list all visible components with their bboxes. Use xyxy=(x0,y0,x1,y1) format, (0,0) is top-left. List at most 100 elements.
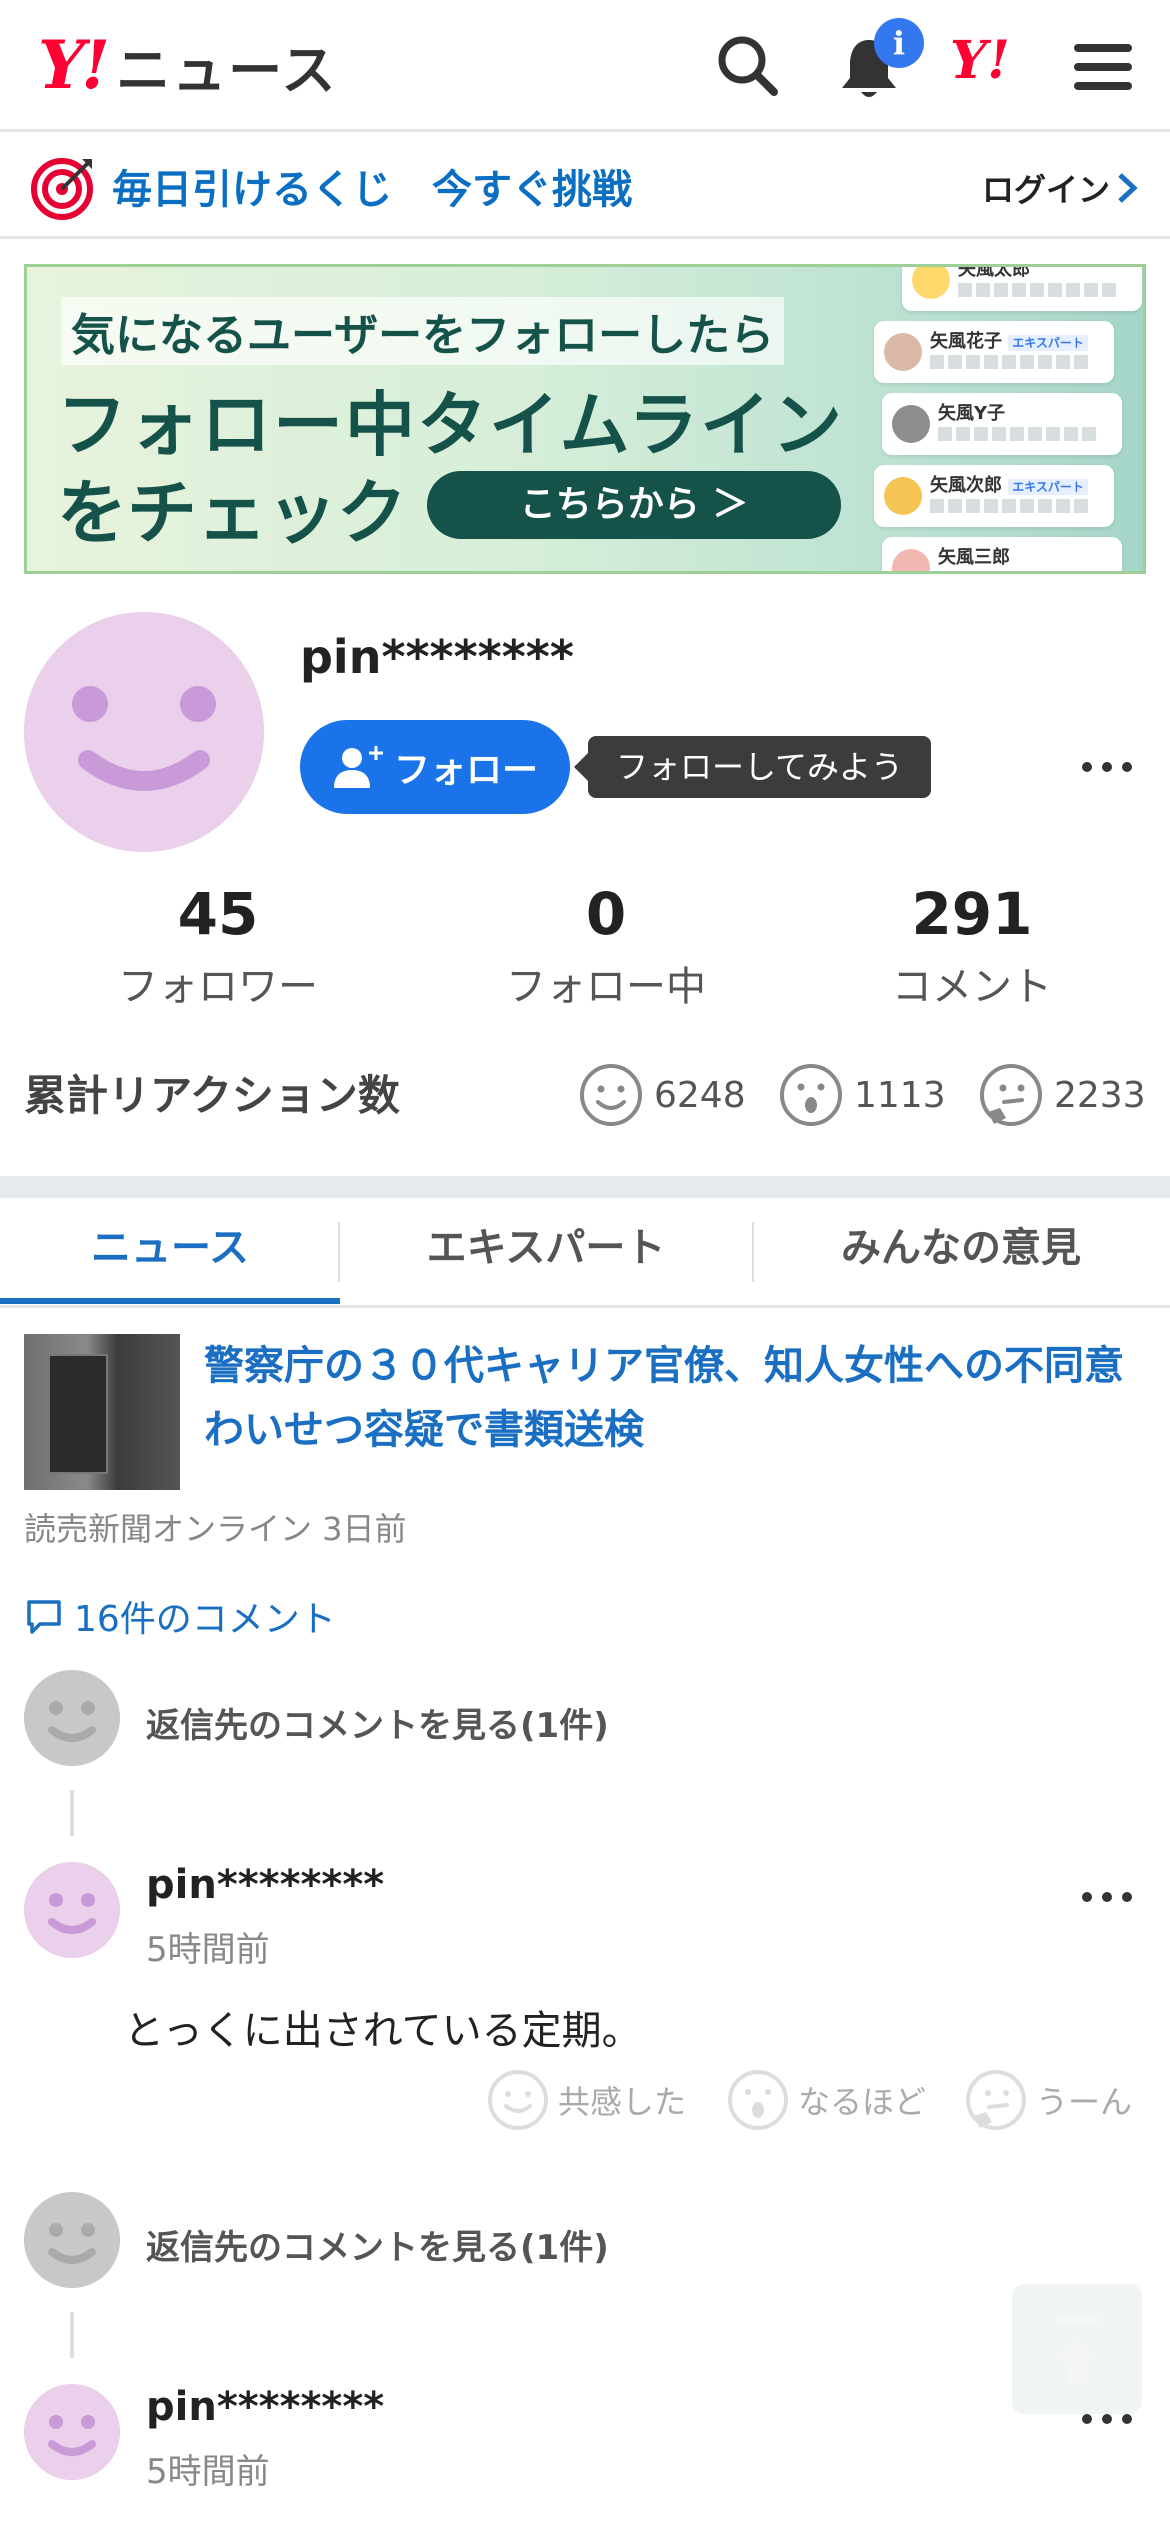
user-avatar xyxy=(892,405,930,443)
active-tab-indicator xyxy=(0,1298,340,1304)
view-reply-target-link[interactable]: 返信先のコメントを見る(1件) xyxy=(146,2220,609,2269)
banner-user-card: 矢風次郎 エキスパート xyxy=(874,465,1114,527)
thinking-icon xyxy=(980,1064,1042,1126)
stat-following[interactable]: 0 フォロー中 xyxy=(456,880,756,1012)
banner-line-1: 気になるユーザーをフォローしたら xyxy=(61,297,785,365)
banner-line-2: フォロー中タイムライン xyxy=(57,384,845,466)
app-header: Y! ニュース i Y! xyxy=(0,0,1170,132)
user-avatar xyxy=(884,477,922,515)
comment-more-icon[interactable] xyxy=(1082,1892,1132,1902)
comment-time: 5時間前 xyxy=(146,1930,270,1970)
card-name: 矢風太郎 xyxy=(958,264,1030,280)
card-name: 矢風三郎 xyxy=(938,547,1010,568)
tab-separator xyxy=(752,1222,754,1282)
thinking-icon xyxy=(966,2070,1026,2130)
follow-tooltip: フォローしてみよう xyxy=(573,736,932,798)
smile-icon xyxy=(488,2070,548,2130)
reply-target-avatar xyxy=(24,1670,120,1766)
card-text-placeholder xyxy=(938,427,1098,441)
comment-count-link[interactable]: 16件のコメント xyxy=(24,1590,336,1642)
card-name-text: 矢風次郎 xyxy=(930,475,1002,496)
follow-button[interactable]: フォロー xyxy=(300,720,570,814)
stat-number: 45 xyxy=(177,880,259,948)
reply-target-avatar xyxy=(24,2192,120,2288)
comment-avatar xyxy=(24,2384,120,2480)
reaction-count: 6248 xyxy=(654,1074,746,1116)
reaction-hmm-button[interactable]: うーん xyxy=(964,2068,1132,2132)
surprised-icon xyxy=(780,1064,842,1126)
card-name: 矢風次郎 エキスパート xyxy=(930,471,1088,497)
comment-more-icon[interactable] xyxy=(1082,2414,1132,2424)
reactions-title: 累計リアクション数 xyxy=(24,1071,400,1120)
stat-label: フォロー中 xyxy=(506,964,706,1010)
add-user-icon xyxy=(333,746,383,788)
login-link[interactable]: ログイン xyxy=(982,165,1140,211)
tab-separator xyxy=(338,1222,340,1282)
stat-number: 0 xyxy=(585,880,627,948)
user-avatar xyxy=(892,549,930,571)
search-icon[interactable] xyxy=(712,30,786,104)
notification-badge: i xyxy=(874,18,924,68)
lottery-bar: 毎日引けるくじ 今すぐ挑戦 ログイン xyxy=(0,135,1170,239)
tab-everyone-opinion[interactable]: みんなの意見 xyxy=(752,1198,1170,1308)
card-name: 矢風花子 エキスパート xyxy=(930,327,1088,353)
expert-tag: エキスパート xyxy=(1008,479,1088,495)
comment-time: 5時間前 xyxy=(146,2452,270,2492)
card-name: 矢風Y子 xyxy=(938,403,1006,424)
yahoo-japan-icon[interactable]: Y! xyxy=(950,30,1010,91)
article-thumbnail[interactable] xyxy=(24,1334,180,1490)
logo-text: ニュース xyxy=(116,38,338,102)
article-title[interactable]: 警察庁の３０代キャリア官僚、知人女性への不同意わいせつ容疑で書類送検 xyxy=(204,1334,1144,1462)
reaction-count: 1113 xyxy=(854,1074,946,1116)
thread-line xyxy=(70,1790,74,1836)
yahoo-logo-mark: Y! xyxy=(38,26,110,104)
user-avatar xyxy=(884,333,922,371)
reaction-total: 6248 xyxy=(578,1062,746,1128)
surprised-icon xyxy=(728,2070,788,2130)
comment-avatar xyxy=(24,1862,120,1958)
expert-tag: エキスパート xyxy=(1008,335,1088,351)
tab-news[interactable]: ニュース xyxy=(0,1198,340,1308)
profile-username: pin******** xyxy=(300,630,574,684)
view-reply-target-link[interactable]: 返信先のコメントを見る(1件) xyxy=(146,1698,609,1747)
smile-icon xyxy=(580,1064,642,1126)
reaction-label: なるほど xyxy=(798,2083,927,2121)
profile-tabs: ニュース エキスパート みんなの意見 xyxy=(0,1198,1170,1308)
reaction-label: 共感した xyxy=(558,2083,687,2121)
reaction-label: うーん xyxy=(1036,2083,1133,2121)
target-icon xyxy=(31,158,93,220)
stat-comments[interactable]: 291 コメント xyxy=(822,880,1122,1012)
comment-username: pin******** xyxy=(146,1862,385,1908)
profile-avatar xyxy=(24,612,264,852)
banner-user-card: 矢風Y子 xyxy=(882,393,1122,455)
comment-body: とっくに出されている定期。 xyxy=(124,2008,642,2054)
reaction-total: 2233 xyxy=(978,1062,1146,1128)
profile-more-icon[interactable] xyxy=(1082,762,1132,772)
reaction-count: 2233 xyxy=(1054,1074,1146,1116)
article-source: 読売新聞オンライン 3日前 xyxy=(24,1510,407,1548)
login-label: ログイン xyxy=(981,171,1110,209)
yahoo-news-logo[interactable]: Y! ニュース xyxy=(38,26,337,104)
banner-user-card: 矢風三郎 xyxy=(882,537,1122,571)
comment-username: pin******** xyxy=(146,2384,385,2430)
comment-count-label: 16件のコメント xyxy=(74,1599,336,1640)
stat-label: コメント xyxy=(892,964,1052,1010)
lottery-link[interactable]: 毎日引けるくじ 今すぐ挑戦 xyxy=(112,157,632,215)
reaction-insightful-button[interactable]: なるほど xyxy=(726,2068,926,2132)
follow-timeline-banner[interactable]: 気になるユーザーをフォローしたら フォロー中タイムライン をチェック こちらから… xyxy=(24,264,1146,574)
reaction-total: 1113 xyxy=(778,1062,946,1128)
menu-icon[interactable] xyxy=(1066,30,1140,104)
scroll-to-top-button[interactable] xyxy=(1012,2284,1142,2414)
card-name-text: 矢風花子 xyxy=(930,331,1002,352)
reaction-empathize-button[interactable]: 共感した xyxy=(486,2068,686,2132)
banner-user-card: 矢風太郎 xyxy=(902,264,1142,311)
stat-followers[interactable]: 45 フォロワー xyxy=(68,880,368,1012)
banner-user-cards: 矢風太郎 矢風花子 エキスパート 矢風Y子 矢風次郎 エキスパート 矢風三郎 xyxy=(872,264,1142,571)
banner-cta-button[interactable]: こちらから ＞ xyxy=(427,471,841,539)
banner-line-3: をチェック xyxy=(57,472,407,554)
stat-number: 291 xyxy=(911,880,1033,948)
chevron-right-icon xyxy=(1118,173,1138,203)
arrow-up-icon xyxy=(1052,2316,1102,2384)
tab-expert[interactable]: エキスパート xyxy=(340,1198,752,1308)
user-avatar xyxy=(912,267,950,299)
